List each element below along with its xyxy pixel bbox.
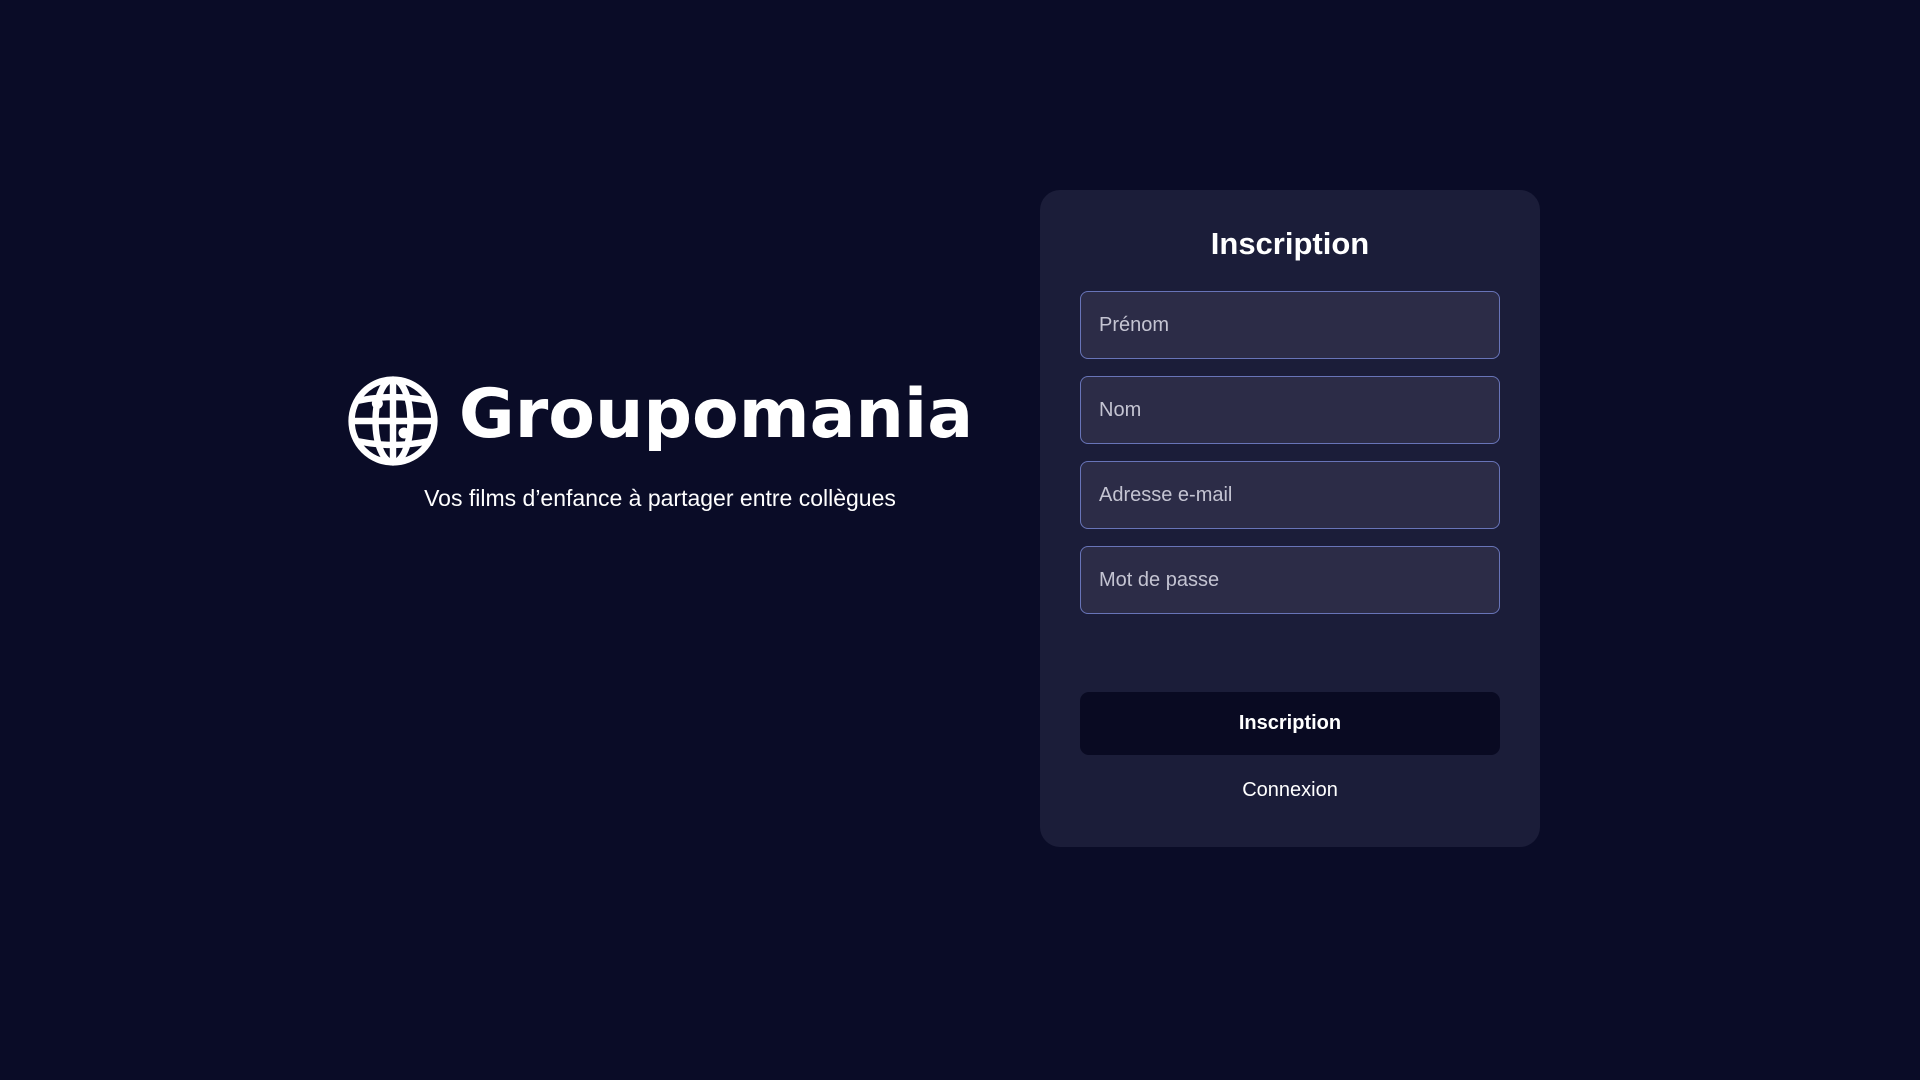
signup-form (1080, 291, 1500, 614)
brand-name: Groupomania (458, 375, 974, 454)
email-field[interactable] (1080, 461, 1500, 529)
brand-tagline: Vos films d’enfance à partager entre col… (424, 485, 896, 511)
login-link[interactable]: Connexion (1080, 779, 1500, 802)
password-field[interactable] (1080, 546, 1500, 614)
signup-page: Groupomania Vos films d’enfance à partag… (0, 0, 1920, 1080)
globe-icon (348, 376, 438, 466)
first-name-field[interactable] (1080, 291, 1500, 359)
brand-block: Groupomania Vos films d’enfance à partag… (348, 375, 973, 512)
signup-card: Inscription Inscription Connexion (1040, 190, 1540, 847)
signup-title: Inscription (1210, 226, 1370, 261)
last-name-field[interactable] (1080, 376, 1500, 444)
brand-header: Groupomania (347, 375, 973, 467)
signup-button[interactable]: Inscription (1080, 692, 1500, 755)
